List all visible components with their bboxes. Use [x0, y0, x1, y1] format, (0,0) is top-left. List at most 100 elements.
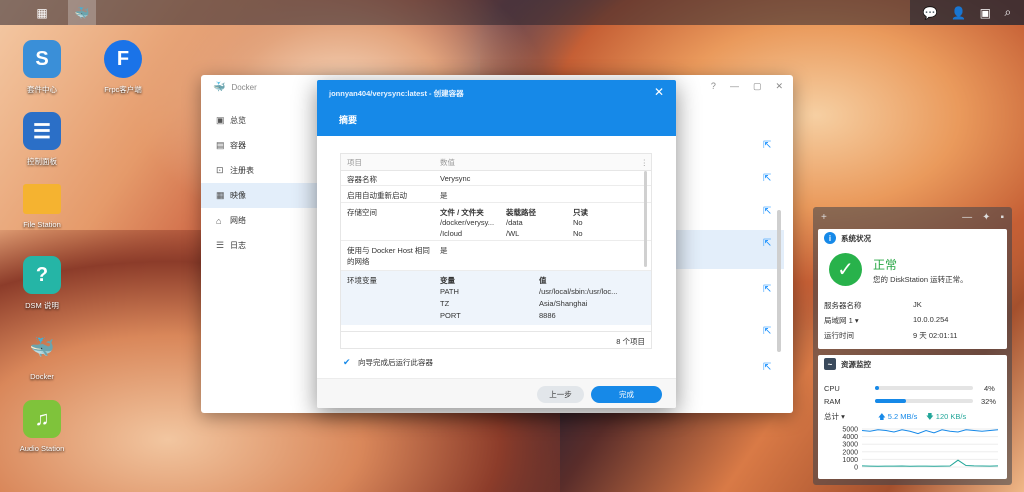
window-scrollbar[interactable] [777, 210, 781, 352]
download-value: 120 KB/s [935, 412, 967, 421]
y-tick-label: 4000 [842, 434, 858, 441]
sub-header: 值 [539, 276, 547, 285]
open-link-icon[interactable]: ⇱ [763, 140, 1006, 151]
item-count: 8 个项目 [616, 337, 645, 346]
ok-check-icon: ✓ [829, 253, 862, 286]
network-icon: ⌂ [216, 215, 222, 226]
ram-value: 32% [981, 397, 997, 406]
cell: /docker/verysy... [440, 218, 495, 227]
row-key: 使用与 Docker Host 相同的网络 [347, 246, 430, 266]
sidebar-item-label: 注册表 [230, 166, 254, 175]
pin-icon[interactable]: ✦ [982, 212, 990, 223]
y-tick-label: 3000 [842, 442, 858, 449]
image-icon: ▦ [216, 190, 225, 200]
sub-header: 变量 [440, 276, 455, 285]
system-tray: 💬 👤 ▣ ⌕ [910, 0, 1024, 25]
open-link-icon[interactable]: ⇱ [763, 206, 771, 217]
widget-title: 资源监控 [841, 359, 871, 369]
sidebar-item[interactable]: ▤ 容器 [201, 133, 319, 158]
open-link-icon[interactable]: ⇱ [763, 173, 771, 184]
sidebar-item[interactable]: ⌂ 网络 [201, 208, 319, 233]
sidebar-item-label: 网络 [230, 216, 246, 225]
sidebar-item-label: 容器 [230, 141, 246, 150]
sub-header: 只读 [573, 208, 588, 217]
widget-panel: + — ✦ ▪ i 系统状况 ✓ 正常 您的 DiskStation 运转正常。 服务… [813, 207, 1012, 485]
desktop-icon[interactable]: 🐳 Docker [4, 328, 80, 382]
download-series-line [861, 459, 999, 467]
table-row: 环境变量 变量 值 PATH /usr/local/sbin:/usr/loc.… [341, 271, 651, 325]
open-link-icon[interactable]: ⇱ [763, 362, 771, 373]
summary-table: 项目 数值 ⋮ 容器名称 Verysync 启用自动重新启动 是 存储空间 文件… [340, 153, 652, 349]
add-widget-icon[interactable]: + [821, 212, 827, 223]
search-icon[interactable]: ⌕ [1005, 5, 1012, 20]
done-button[interactable]: 完成 [591, 386, 662, 403]
table-scrollbar[interactable] [644, 171, 647, 267]
resource-monitor-widget: ~ 资源监控 CPU 4% RAM 32% 总计 ▾ 🡅 5.2 MB/s 🡇 1… [818, 355, 1007, 479]
docker-icon: 🐳 [29, 336, 55, 359]
open-link-icon[interactable]: ⇱ [763, 238, 771, 249]
user-icon[interactable]: 👤 [951, 6, 966, 20]
sidebar-item-label: 日志 [230, 241, 246, 250]
table-row: 存储空间 文件 / 文件夹 装载路径 只读 /docker/verysy... … [341, 203, 651, 241]
row-value: Verysync [440, 174, 471, 183]
total-dropdown[interactable]: 总计 ▾ [824, 411, 845, 422]
info-key: 运行时间 [824, 331, 854, 340]
row-key: 环境变量 [347, 276, 377, 285]
row-key: 容器名称 [347, 175, 377, 184]
container-icon: ▤ [216, 140, 225, 150]
checkmark-icon: ✔ [343, 357, 351, 367]
audio-station-icon: ♫ [23, 400, 61, 438]
widgets-icon[interactable]: ▣ [980, 6, 991, 20]
cell: Asia/Shanghai [539, 299, 588, 308]
package-center-icon: S [23, 40, 61, 78]
maximize-icon[interactable]: ▢ [753, 81, 762, 92]
docker-sidebar: ▣ 总览 ▤ 容器 ⊡ 注册表 ▦ 映像 ⌂ 网络 ☰ 日志 [201, 108, 319, 258]
close-icon[interactable]: ✕ [775, 81, 783, 92]
help-icon[interactable]: ? [711, 81, 716, 92]
taskbar-docker-button[interactable]: 🐳 [68, 0, 96, 25]
minimize-icon[interactable]: — [730, 81, 739, 92]
cell: /usr/local/sbin:/usr/loc... [539, 287, 618, 296]
open-link-icon[interactable]: ⇱ [763, 326, 771, 337]
desktop-icon[interactable]: ♫ Audio Station [4, 400, 80, 453]
row-value: 是 [440, 246, 448, 255]
selected-image-row[interactable] [676, 230, 784, 269]
back-button[interactable]: 上一步 [537, 386, 584, 403]
table-row: 容器名称 Verysync [341, 171, 651, 186]
registry-icon: ⊡ [216, 165, 224, 175]
close-icon[interactable]: ✕ [654, 85, 664, 99]
frpc-icon: F [104, 40, 142, 78]
monitor-icon: ~ [824, 358, 836, 370]
info-key: 局域网 1 ▾ [824, 316, 859, 325]
minimize-icon[interactable]: — [962, 212, 972, 223]
desktop-icon[interactable]: ? DSM 说明 [4, 256, 80, 311]
sidebar-item-label: 映像 [230, 191, 246, 200]
sidebar-item[interactable]: ▦ 映像 [201, 183, 319, 208]
cell: PORT [440, 311, 461, 320]
main-menu-button[interactable]: ▦ [28, 0, 56, 25]
download-rate: 🡇 120 KB/s [926, 412, 967, 421]
desktop-icon-label: Frpc客户端 [104, 85, 142, 94]
checkbox-label: 向导完成后运行此容器 [358, 358, 433, 367]
health-description: 您的 DiskStation 运转正常。 [873, 275, 968, 284]
desktop-icon[interactable]: ☰ 控制面板 [4, 112, 80, 167]
grid-icon: ▦ [36, 5, 48, 20]
sidebar-item[interactable]: ⊡ 注册表 [201, 158, 319, 183]
notification-icon[interactable]: 💬 [923, 6, 938, 20]
desktop-icon-frpc[interactable]: F Frpc客户端 [85, 40, 161, 95]
upload-series-line [861, 429, 999, 435]
sidebar-item[interactable]: ▣ 总览 [201, 108, 319, 133]
table-row: 启用自动重新启动 是 [341, 186, 651, 203]
help-icon: ? [23, 256, 61, 294]
column-menu-icon[interactable]: ⋮ [641, 158, 649, 167]
info-value: 10.0.0.254 [913, 315, 949, 324]
desktop-icon[interactable]: S 套件中心 [4, 40, 80, 95]
desktop-icon-label: 套件中心 [27, 85, 57, 94]
sidebar-item[interactable]: ☰ 日志 [201, 233, 319, 258]
open-link-icon[interactable]: ⇱ [763, 284, 771, 295]
desktop-icon[interactable]: File Station [4, 184, 80, 229]
settings-icon[interactable]: ▪ [1000, 212, 1004, 223]
run-after-wizard-checkbox[interactable]: ✔ 向导完成后运行此容器 [343, 357, 433, 368]
upload-rate: 🡅 5.2 MB/s [878, 412, 918, 421]
cell: /data [506, 218, 523, 227]
